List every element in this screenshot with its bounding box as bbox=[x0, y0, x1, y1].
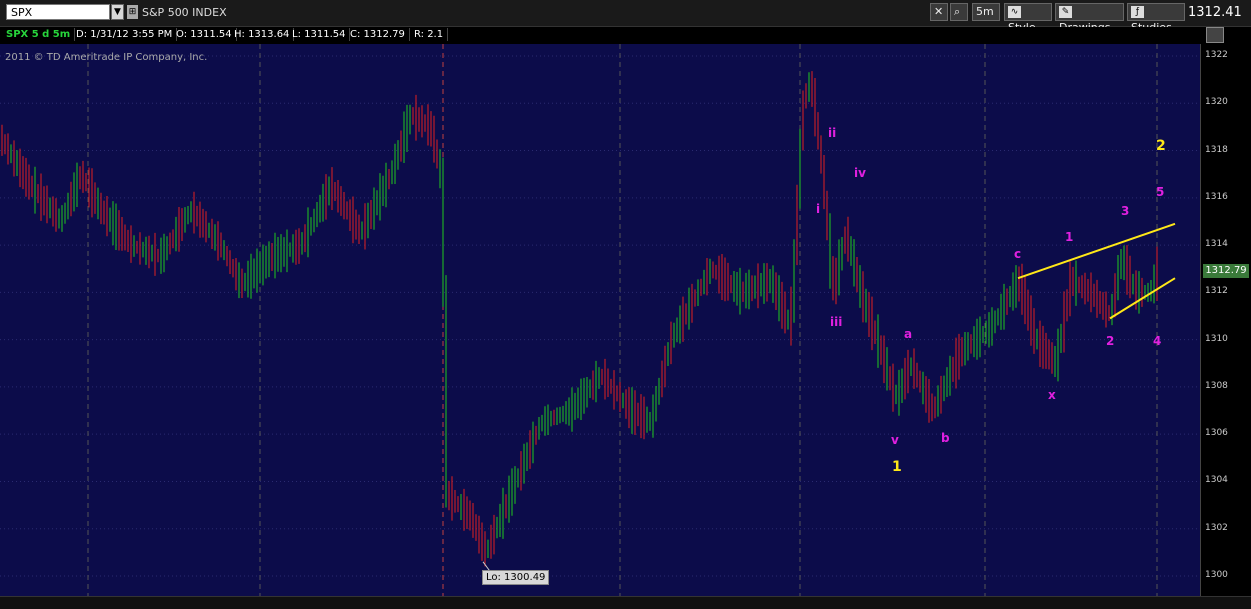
bar-date: D: 1/31/12 3:55 PM bbox=[72, 28, 178, 41]
price-axis-tick: 1304 bbox=[1205, 475, 1228, 486]
chart-settings-icon[interactable] bbox=[1206, 27, 1224, 43]
wave-label: x bbox=[1048, 388, 1056, 403]
wave-label: ii bbox=[828, 126, 837, 140]
wave-label: i bbox=[816, 201, 821, 216]
bar-low: L: 1311.54 bbox=[288, 28, 351, 41]
wave-label: a bbox=[904, 326, 913, 341]
style-button[interactable]: ∿Style bbox=[1004, 3, 1052, 34]
price-axis-tick: 1302 bbox=[1205, 522, 1228, 533]
bar-close: C: 1312.79 bbox=[346, 28, 410, 41]
price-axis-tick: 1320 bbox=[1205, 97, 1228, 108]
crosshair-icon[interactable]: ✕ bbox=[930, 3, 948, 21]
current-price-tag: 1312.79 bbox=[1203, 264, 1249, 278]
wave-label: 2 bbox=[1106, 334, 1115, 348]
timeframe-button[interactable]: 5m bbox=[972, 3, 1000, 21]
bottom-bar bbox=[0, 596, 1251, 609]
price-axis-tick: 1322 bbox=[1205, 50, 1228, 60]
style-icon: ∿ bbox=[1008, 6, 1021, 18]
wave-label: 1 bbox=[892, 459, 902, 476]
symbol-dropdown-icon[interactable]: ▼ bbox=[111, 4, 124, 20]
price-chart-svg bbox=[0, 44, 1200, 596]
bar-open: O: 1311.54 bbox=[172, 28, 237, 41]
price-axis-tick: 1306 bbox=[1205, 428, 1228, 439]
drawings-button[interactable]: ✎Drawings bbox=[1055, 3, 1124, 34]
pencil-icon: ✎ bbox=[1059, 6, 1072, 18]
studies-button[interactable]: ƒStudies bbox=[1127, 3, 1185, 34]
studies-icon: ƒ bbox=[1131, 6, 1144, 18]
price-chart[interactable] bbox=[0, 44, 1200, 596]
zoom-icon[interactable]: ⌕ bbox=[950, 3, 968, 21]
chart-title[interactable]: SPX 5 d 5m bbox=[2, 28, 76, 41]
price-axis-tick: 1316 bbox=[1205, 191, 1228, 202]
price-axis-tick: 1314 bbox=[1205, 239, 1228, 250]
price-axis-tick: 1318 bbox=[1205, 144, 1228, 155]
price-axis: 1322 1320 1318 1316 1314 1312 1310 1308 1306 1304… bbox=[1200, 44, 1251, 596]
trendline bbox=[1017, 222, 1176, 280]
wave-label: b bbox=[941, 430, 950, 445]
bar-high: H: 1313.64 bbox=[230, 28, 295, 41]
last-price: 1312.41 bbox=[1188, 5, 1242, 20]
symbol-input[interactable]: SPX bbox=[6, 4, 110, 20]
wave-label: iv bbox=[854, 166, 866, 181]
price-axis-tick: 1310 bbox=[1205, 333, 1228, 344]
price-axis-tick: 1300 bbox=[1205, 570, 1228, 580]
index-name: S&P 500 INDEX bbox=[142, 6, 227, 19]
copyright-notice: 2011 © TD Ameritrade IP Company, Inc. bbox=[5, 52, 208, 63]
wave-label: iii bbox=[830, 315, 843, 330]
price-axis-tick: 1312 bbox=[1205, 286, 1228, 297]
bar-range: R: 2.1 bbox=[410, 28, 449, 41]
link-icon[interactable]: ⊞ bbox=[127, 5, 138, 19]
wave-label: 3 bbox=[1121, 204, 1130, 218]
ohlc-infobar: SPX 5 d 5m D: 1/31/12 3:55 PM O: 1311.54… bbox=[0, 27, 1200, 43]
wave-label: v bbox=[891, 433, 899, 448]
wave-label: 2 bbox=[1156, 137, 1166, 154]
low-price-tag: Lo: 1300.49 bbox=[482, 570, 550, 585]
top-toolbar: SPX ▼ ⊞ S&P 500 INDEX ✕ ⌕ 5m ∿Style ✎Dra… bbox=[0, 0, 1251, 34]
price-axis-tick: 1308 bbox=[1205, 380, 1228, 391]
wave-label: c bbox=[1014, 246, 1022, 261]
wave-label: 1 bbox=[1065, 230, 1074, 244]
wave-label: 4 bbox=[1153, 334, 1162, 348]
wave-label: 5 bbox=[1156, 185, 1165, 200]
